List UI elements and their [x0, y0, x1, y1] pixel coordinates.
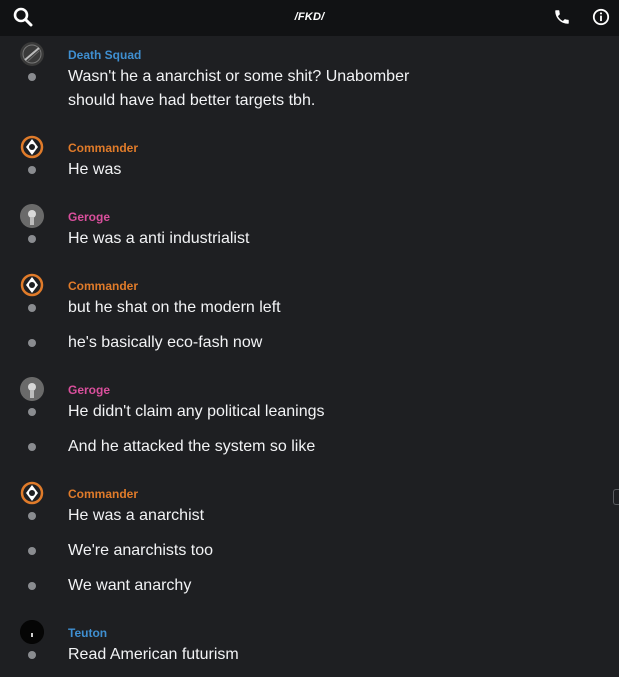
message-bullet — [28, 73, 36, 81]
message-text: he's basically eco-fash now — [68, 334, 263, 351]
message-text: Read American futurism — [68, 646, 239, 663]
avatar-geroge[interactable] — [20, 204, 44, 228]
message-text: We want anarchy — [68, 577, 192, 594]
message-text: Wasn't he a anarchist or some shit? Unab… — [68, 68, 410, 109]
message-bullet — [28, 235, 36, 243]
message-bullet — [28, 166, 36, 174]
avatar-commander[interactable] — [20, 273, 44, 297]
username[interactable]: Commander — [68, 487, 138, 501]
message-text: but he shat on the modern left — [68, 299, 281, 316]
avatar-commander[interactable] — [20, 481, 44, 505]
channel-title: /FKD/ — [294, 11, 325, 23]
message-text: He didn't claim any political leanings — [68, 403, 325, 420]
username[interactable]: Geroge — [68, 383, 110, 397]
message-bullet — [28, 547, 36, 555]
message-text: He was — [68, 161, 122, 178]
avatar-teuton[interactable] — [20, 620, 44, 644]
message-bullet — [28, 443, 36, 451]
side-panel-handle[interactable] — [613, 489, 619, 505]
info-icon[interactable] — [590, 6, 612, 28]
phone-icon[interactable] — [551, 6, 573, 28]
message-text: He was a anti industrialist — [68, 230, 250, 247]
message-bullet — [28, 582, 36, 590]
username[interactable]: Death Squad — [68, 48, 141, 62]
username[interactable]: Geroge — [68, 210, 110, 224]
message-bullet — [28, 512, 36, 520]
username[interactable]: Commander — [68, 141, 138, 155]
username[interactable]: Teuton — [68, 626, 107, 640]
message-bullet — [28, 304, 36, 312]
message-list: Death Squad Wasn't he a anarchist or som… — [0, 36, 619, 677]
message-bullet — [28, 408, 36, 416]
message-bullet — [28, 339, 36, 347]
avatar-death-squad[interactable] — [20, 42, 44, 66]
message-bullet — [28, 651, 36, 659]
username[interactable]: Commander — [68, 279, 138, 293]
avatar-commander[interactable] — [20, 135, 44, 159]
message-text: He was a anarchist — [68, 507, 205, 524]
top-bar: /FKD/ — [0, 0, 619, 36]
avatar-geroge[interactable] — [20, 377, 44, 401]
message-text: We're anarchists too — [68, 542, 214, 559]
message-text: And he attacked the system so like — [68, 438, 316, 455]
